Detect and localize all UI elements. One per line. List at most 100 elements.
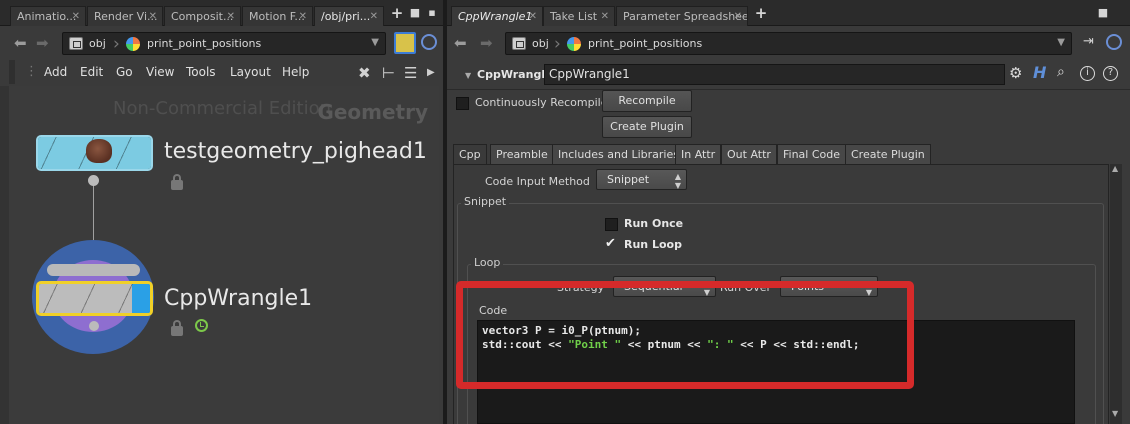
grip-icon: ⋮ <box>25 64 38 79</box>
tab-create-plugin[interactable]: Create Plugin <box>845 144 931 165</box>
tab-label: Composit... <box>171 10 234 23</box>
tab-label: Take List <box>550 10 598 23</box>
menu-go[interactable]: Go <box>116 65 133 79</box>
lock-icon[interactable] <box>171 174 183 190</box>
network-canvas[interactable]: Non-Commercial Edition Geometry testgeom… <box>9 86 439 424</box>
tab-motion-fx[interactable]: Motion F... ✕ <box>242 6 313 26</box>
tab-render-view[interactable]: Render Vi... ✕ <box>87 6 163 26</box>
tab-animation[interactable]: Animatio... ✕ <box>10 6 86 26</box>
wrench-icon[interactable]: ✖ <box>358 64 371 82</box>
left-tab-bar: Animatio... ✕ Render Vi... ✕ Composit... ✕ … <box>0 0 443 26</box>
time-dependent-icon <box>195 319 208 332</box>
code-input-method-menu[interactable]: Snippet ▲ ▼ <box>596 169 687 190</box>
parameter-path-field[interactable]: obj › print_point_positions ▼ <box>505 32 1072 55</box>
create-plugin-button[interactable]: Create Plugin <box>602 116 692 138</box>
run-loop-checkbox[interactable]: ✔ <box>605 236 616 251</box>
forward-arrow-icon[interactable]: ➡ <box>36 34 49 52</box>
output-connector[interactable] <box>88 175 99 186</box>
node-name-testgeometry[interactable]: testgeometry_pighead1 <box>164 139 427 164</box>
tab-in-attr[interactable]: In Attr <box>675 144 722 165</box>
menu-layout[interactable]: Layout <box>230 65 271 79</box>
tab-preamble[interactable]: Preamble <box>490 144 554 165</box>
close-icon[interactable]: ✕ <box>529 7 537 26</box>
geometry-node-icon <box>567 37 581 51</box>
tree-icon[interactable]: ⊢ <box>382 64 395 82</box>
menu-edit[interactable]: Edit <box>80 65 103 79</box>
info-icon[interactable]: i <box>1080 66 1095 81</box>
close-icon[interactable]: ✕ <box>370 7 378 26</box>
tab-take-list[interactable]: Take List ✕ <box>543 6 615 26</box>
collapse-arrow-icon[interactable]: ▼ <box>465 71 471 80</box>
run-once-checkbox[interactable] <box>605 218 618 231</box>
path-obj[interactable]: obj <box>532 37 549 50</box>
pane-menu-icon[interactable]: ■ <box>1095 5 1111 21</box>
tab-parameter-spreadsheet[interactable]: Parameter Spreadsheet ✕ <box>616 6 748 26</box>
link-icon[interactable] <box>1106 34 1122 50</box>
recompile-button[interactable]: Recompile <box>602 90 692 112</box>
close-icon[interactable]: ✕ <box>149 7 157 26</box>
list-icon[interactable]: ☰ <box>404 64 417 82</box>
add-tab-icon[interactable]: + <box>753 5 769 21</box>
testgeometry-node[interactable] <box>36 135 153 171</box>
close-icon[interactable]: ✕ <box>227 7 235 26</box>
parameter-scrollbar[interactable]: ▲ ▼ <box>1110 164 1122 424</box>
menu-add[interactable]: Add <box>44 65 67 79</box>
more-arrow-icon[interactable]: ▶ <box>427 67 435 78</box>
lock-icon[interactable] <box>171 320 183 336</box>
node-name-cppwrangle[interactable]: CppWrangle1 <box>164 286 312 311</box>
output-connector[interactable] <box>89 321 99 331</box>
code-input-method-label: Code Input Method <box>485 175 590 188</box>
path-node[interactable]: print_point_positions <box>588 37 702 50</box>
pin-icon[interactable] <box>394 32 416 54</box>
close-icon[interactable]: ✕ <box>601 7 609 26</box>
tab-cppwrangle1[interactable]: CppWrangle1 ✕ <box>451 6 543 26</box>
back-arrow-icon[interactable]: ⬅ <box>454 34 467 52</box>
tab-label: /obj/pri... <box>321 10 371 23</box>
close-icon[interactable]: ✕ <box>299 7 307 26</box>
close-icon[interactable]: ✕ <box>734 7 742 26</box>
link-icon[interactable] <box>421 34 437 50</box>
close-icon[interactable]: ✕ <box>72 7 80 26</box>
forward-arrow-icon[interactable]: ➡ <box>480 34 493 52</box>
menu-tools[interactable]: Tools <box>186 65 216 79</box>
tab-cpp[interactable]: Cpp <box>453 144 487 165</box>
tab-final-code[interactable]: Final Code <box>777 144 847 165</box>
menu-collapse-strip[interactable] <box>9 60 15 84</box>
pin-icon[interactable]: ⇥ <box>1083 34 1094 49</box>
tab-label: Animatio... <box>17 10 77 23</box>
chevron-down-icon[interactable]: ▼ <box>1057 37 1065 48</box>
tab-includes-and-libraries[interactable]: Includes and Libraries <box>552 144 685 165</box>
help-h-icon[interactable]: H <box>1033 63 1046 82</box>
code-input-method-value: Snippet <box>607 173 650 186</box>
pighead-thumbnail-icon <box>86 139 112 163</box>
scroll-down-icon[interactable]: ▼ <box>1112 409 1118 418</box>
cppwrangle-node[interactable] <box>36 281 153 316</box>
path-node[interactable]: print_point_positions <box>147 37 261 50</box>
tab-out-attr[interactable]: Out Attr <box>721 144 777 165</box>
tab-menu-icon[interactable]: ■ <box>407 5 423 21</box>
chevron-down-icon[interactable]: ▼ <box>371 37 379 48</box>
path-obj[interactable]: obj <box>89 37 106 50</box>
back-arrow-icon[interactable]: ⬅ <box>14 34 27 52</box>
network-editor-pane: Animatio... ✕ Render Vi... ✕ Composit... ✕ … <box>0 0 443 424</box>
add-tab-icon[interactable]: + <box>389 5 405 21</box>
search-icon[interactable]: ⌕ <box>1057 64 1065 80</box>
left-collapse-strip[interactable] <box>0 86 9 424</box>
obj-network-icon <box>512 37 526 50</box>
node-name-field[interactable]: CppWrangle1 <box>544 64 1005 85</box>
scroll-up-icon[interactable]: ▲ <box>1112 164 1118 173</box>
left-path-bar: ⬅ ➡ obj › print_point_positions ▼ <box>0 30 443 58</box>
menu-view[interactable]: View <box>146 65 174 79</box>
gear-icon[interactable]: ⚙ <box>1009 64 1022 82</box>
network-path-field[interactable]: obj › print_point_positions ▼ <box>62 32 386 55</box>
updown-arrows-icon: ▲ ▼ <box>674 172 681 190</box>
tab-compositor[interactable]: Composit... ✕ <box>164 6 241 26</box>
help-icon[interactable]: ? <box>1103 66 1118 81</box>
tab-network-path[interactable]: /obj/pri... ✕ <box>314 6 384 26</box>
menu-help[interactable]: Help <box>282 65 309 79</box>
continuously-recompile-checkbox[interactable] <box>456 97 469 110</box>
input-connector-bar[interactable] <box>47 264 140 276</box>
path-separator-icon: › <box>113 34 120 54</box>
geometry-node-icon <box>126 37 140 51</box>
pane-menu-icon[interactable]: ▪ <box>424 5 440 21</box>
